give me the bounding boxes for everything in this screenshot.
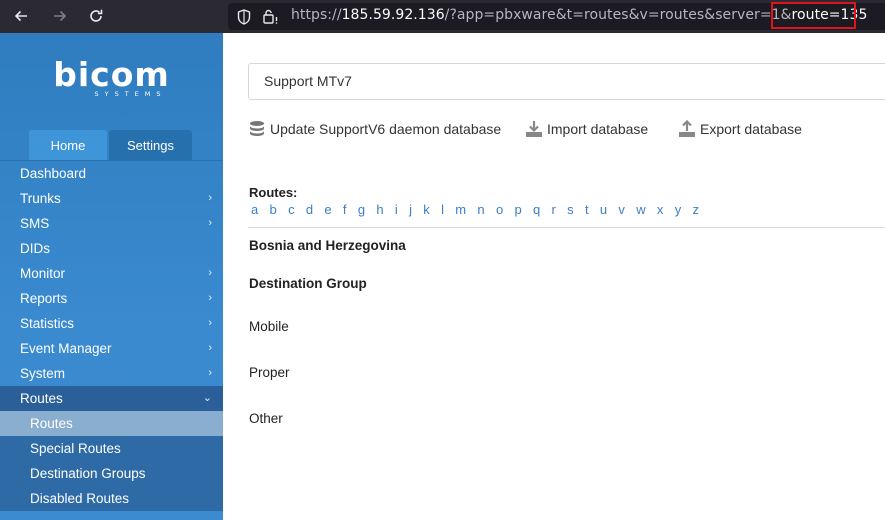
divider	[248, 227, 885, 228]
sidebar-item-statistics[interactable]: Statistics ›	[0, 311, 223, 336]
export-database-label: Export database	[700, 121, 802, 137]
sidebar-item-trunks[interactable]: Trunks ›	[0, 186, 223, 211]
letter-link[interactable]: n	[477, 202, 484, 217]
letter-link[interactable]: w	[636, 202, 645, 217]
letter-link[interactable]: f	[343, 202, 347, 217]
address-bar[interactable]: https://185.59.92.136/?app=pbxware&t=rou…	[228, 2, 885, 30]
letter-link[interactable]: h	[376, 202, 383, 217]
update-daemon-database-button[interactable]: Update SupportV6 daemon database	[248, 119, 501, 139]
sidebar-item-label: System	[20, 366, 66, 381]
submenu-item-special-routes[interactable]: Special Routes	[0, 436, 223, 461]
reload-icon[interactable]	[83, 4, 109, 28]
letter-link[interactable]: a	[251, 202, 258, 217]
letter-link[interactable]: t	[585, 202, 589, 217]
route-row-proper[interactable]: Proper	[249, 365, 290, 380]
chevron-right-icon: ›	[208, 317, 212, 329]
alphabet-filter: a b c d e f g h i j k l m n o p q r s t …	[251, 202, 710, 217]
submenu-item-routes[interactable]: Routes	[0, 411, 223, 436]
letter-link[interactable]: g	[358, 202, 365, 217]
url-prefix: https://	[291, 7, 342, 23]
export-database-button[interactable]: Export database	[678, 119, 802, 139]
import-database-label: Import database	[547, 121, 649, 137]
sidebar-item-label: Trunks	[20, 191, 61, 206]
lock-warning-icon[interactable]	[262, 8, 280, 25]
letter-link[interactable]: l	[441, 202, 444, 217]
letter-link[interactable]: c	[288, 202, 295, 217]
main-content: Support MTv7 Update SupportV6 daemon dat…	[223, 33, 885, 520]
update-daemon-database-label: Update SupportV6 daemon database	[270, 121, 502, 137]
sidebar-item-label: Event Manager	[20, 341, 112, 356]
chevron-right-icon: ›	[208, 267, 212, 279]
sidebar-item-label: DIDs	[20, 241, 50, 256]
letter-link[interactable]: u	[600, 202, 607, 217]
letter-link[interactable]: d	[306, 202, 313, 217]
sidebar-item-label: Routes	[20, 391, 63, 406]
letter-link[interactable]: i	[395, 202, 398, 217]
letter-link[interactable]: z	[693, 202, 700, 217]
chevron-right-icon: ›	[208, 367, 212, 379]
import-database-button[interactable]: Import database	[525, 119, 648, 139]
letter-link[interactable]: p	[514, 202, 521, 217]
submenu-item-disabled-routes[interactable]: Disabled Routes	[0, 486, 223, 511]
letter-link[interactable]: v	[618, 202, 625, 217]
chevron-right-icon: ›	[208, 292, 212, 304]
database-icon	[250, 121, 264, 136]
tab-home[interactable]: Home	[29, 130, 107, 160]
forward-arrow-icon[interactable]	[47, 4, 73, 28]
letter-link[interactable]: e	[324, 202, 331, 217]
tab-settings[interactable]: Settings	[109, 130, 192, 160]
letter-link[interactable]: m	[455, 202, 466, 217]
route-row-mobile[interactable]: Mobile	[249, 319, 289, 334]
route-row-other[interactable]: Other	[249, 411, 283, 426]
sidebar-item-dids[interactable]: DIDs	[0, 236, 223, 261]
sidebar-item-sms[interactable]: SMS ›	[0, 211, 223, 236]
url-highlight-box	[771, 2, 856, 29]
letter-link[interactable]: j	[409, 202, 412, 217]
back-arrow-icon[interactable]	[8, 4, 34, 28]
sidebar-item-reports[interactable]: Reports ›	[0, 286, 223, 311]
sidebar-item-label: Monitor	[20, 266, 66, 281]
letter-link[interactable]: s	[567, 202, 574, 217]
destination-group-heading: Destination Group	[249, 276, 367, 291]
sidebar-item-monitor[interactable]: Monitor ›	[0, 261, 223, 286]
sidebar-item-label: Reports	[20, 291, 68, 306]
routes-label: Routes:	[249, 185, 298, 200]
letter-link[interactable]: b	[270, 202, 277, 217]
sidebar-item-system[interactable]: System ›	[0, 361, 223, 386]
sidebar-item-label: Statistics	[20, 316, 75, 331]
letter-link[interactable]: o	[496, 202, 503, 217]
sidebar-item-dashboard[interactable]: Dashboard	[0, 161, 223, 186]
sidebar-item-event-manager[interactable]: Event Manager ›	[0, 336, 223, 361]
chevron-right-icon: ›	[208, 342, 212, 354]
sidebar-menu: Dashboard Trunks › SMS › DIDs Monitor › Rep…	[0, 160, 223, 511]
sidebar-item-label: Dashboard	[20, 166, 87, 181]
chevron-right-icon: ›	[208, 217, 212, 229]
upload-icon	[679, 120, 695, 137]
logo-word: bicom	[53, 55, 170, 94]
letter-link[interactable]: y	[675, 202, 682, 217]
shield-icon[interactable]	[237, 9, 251, 25]
url-path: /?app=pbxware&t=routes&v=routes&server=1…	[444, 7, 792, 23]
submenu-item-destination-groups[interactable]: Destination Groups	[0, 461, 223, 486]
bicom-logo[interactable]: bicom SYSTEMS	[0, 55, 223, 99]
letter-link[interactable]: k	[423, 202, 430, 217]
letter-link[interactable]: q	[533, 202, 540, 217]
chevron-right-icon: ›	[208, 192, 212, 204]
letter-link[interactable]: r	[552, 202, 556, 217]
letter-link[interactable]: x	[657, 202, 664, 217]
browser-toolbar: https://185.59.92.136/?app=pbxware&t=rou…	[0, 0, 885, 33]
chevron-down-icon: ⌄	[202, 392, 212, 404]
country-heading: Bosnia and Herzegovina	[249, 238, 406, 253]
sidebar-item-routes[interactable]: Routes ⌄	[0, 386, 223, 411]
server-select[interactable]: Support MTv7	[248, 63, 885, 100]
url-host: 185.59.92.136	[341, 7, 445, 23]
download-icon	[526, 121, 542, 137]
sidebar: bicom SYSTEMS Home Settings Dashboard Tr…	[0, 33, 223, 520]
sidebar-item-label: SMS	[20, 216, 50, 231]
